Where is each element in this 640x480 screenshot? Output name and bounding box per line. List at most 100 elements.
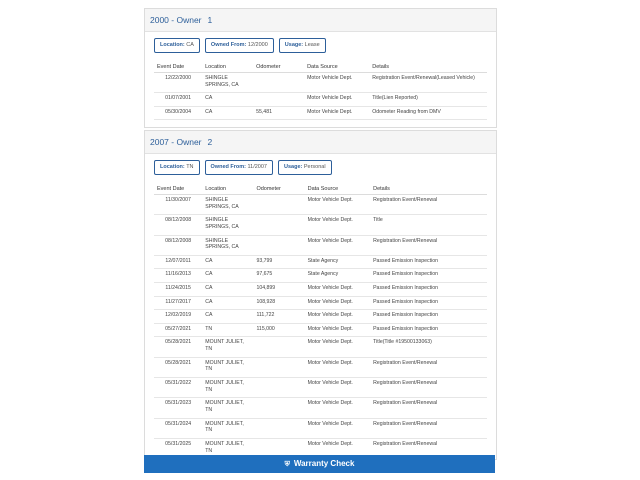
data-source-cell: Motor Vehicle Dept. [304,296,371,311]
location-cell: CA [202,282,254,297]
location-cell: MOUNT JULIET, TN [202,336,254,358]
odometer-cell [253,92,305,107]
table-row: 01/07/2001 CA Motor Vehicle Dept. Title(Lie… [154,92,487,107]
col-location: Location [202,61,254,73]
event-date-cell: 11/30/2007 [154,194,203,216]
owned-from-chip: Owned From: 12/2000 [204,38,274,53]
details-cell: Registration Event/Renewal [370,397,487,419]
odometer-cell: 108,928 [253,296,305,311]
details-cell: Passed Emission Inspection [370,296,487,311]
table-row: 11/27/2017 CA 108,928 Motor Vehicle Dept. Pa… [154,296,487,311]
location-chip: Location: TN [154,160,200,175]
col-odometer: Odometer [253,61,305,73]
owner-number: 2 [207,137,213,147]
owned-from-chip: Owned From: 11/2007 [204,160,273,175]
event-date-cell: 05/31/2022 [154,377,203,399]
owner-header: 2000 - Owner 1 [145,9,496,32]
shield-icon: ⛨ [284,461,290,468]
owner-panel-2: 2007 - Owner 2 Location: TN Owned From: 11… [144,130,497,461]
table-header-row: Event Date Location Odometer Data Source… [154,183,487,195]
odometer-cell [253,214,305,236]
location-chip: Location: CA [154,38,200,53]
data-source-cell: Motor Vehicle Dept. [304,194,371,216]
odometer-cell: 55,481 [253,106,305,121]
table-row: 05/31/2023 MOUNT JULIET, TN Motor Vehicle … [154,397,487,419]
table-row: 05/27/2021 TN 115,000 Motor Vehicle Dept. Pa… [154,323,487,338]
odometer-cell: 115,000 [253,323,305,338]
details-cell: Registration Event/Renewal [370,418,487,439]
col-location: Location [202,183,254,195]
col-event-date: Event Date [154,61,203,73]
event-date-cell: 12/22/2000 [154,72,203,94]
odometer-cell [253,377,305,399]
warranty-check-button[interactable]: ⛨ Warranty Check [144,455,495,473]
event-date-cell: 05/30/2004 [154,106,203,121]
table-row: 05/31/2022 MOUNT JULIET, TN Motor Vehicle … [154,377,487,399]
event-date-cell: 12/07/2011 [154,255,203,270]
details-cell: Registration Event/Renewal [370,194,487,216]
chip-value: TN [186,164,194,170]
table-row: 11/16/2013 CA 97,675 State Agency Passed Emi… [154,268,487,284]
owner-chips: Location: TN Owned From: 11/2007 Usage: Pe… [145,154,496,177]
event-date-cell: 05/31/2023 [154,397,203,419]
details-cell: Registration Event/Renewal [370,357,487,379]
owner-header: 2007 - Owner 2 [145,131,496,154]
chip-value: 11/2007 [247,164,267,170]
table-row: 11/30/2007 SHINGLE SPRINGS, CA Motor Vehic… [154,194,487,216]
owner-number: 1 [207,15,213,25]
chip-label: Usage: [284,42,304,48]
data-source-cell: Motor Vehicle Dept. [304,235,371,256]
col-details: Details [370,183,487,195]
location-cell: CA [202,268,254,284]
data-source-cell: State Agency [304,255,371,270]
data-source-cell: Motor Vehicle Dept. [304,377,371,399]
details-cell: Registration Event/Renewal [370,235,487,256]
location-cell: CA [202,255,254,270]
usage-chip: Usage: Personal [278,160,332,175]
location-cell: CA [202,106,254,121]
data-source-cell: Motor Vehicle Dept. [304,357,371,379]
event-date-cell: 05/27/2021 [154,323,203,338]
event-date-cell: 05/28/2021 [154,357,203,379]
chip-value: Personal [303,164,326,170]
details-cell: Title [370,214,487,236]
table-row: 05/28/2021 MOUNT JULIET, TN Motor Vehicle … [154,357,487,379]
owner-title: 2007 - Owner [150,137,202,147]
table-row: 05/31/2024 MOUNT JULIET, TN Motor Vehicle … [154,418,487,439]
odometer-cell: 93,799 [253,255,305,270]
event-date-cell: 12/02/2019 [154,309,203,324]
data-source-cell: Motor Vehicle Dept. [304,92,370,107]
chip-value: 12/2000 [247,42,268,48]
details-cell: Passed Emission Inspection [370,268,487,284]
data-source-cell: Motor Vehicle Dept. [304,309,371,324]
usage-chip: Usage: Lease [278,38,326,53]
odometer-cell: 104,899 [253,282,305,297]
chip-label: Owned From: [210,42,247,48]
table-row: 11/24/2015 CA 104,899 Motor Vehicle Dept. Pa… [154,282,487,297]
data-source-cell: State Agency [304,268,371,284]
event-date-cell: 08/12/2008 [154,214,203,236]
table-row: 05/28/2021 MOUNT JULIET, TN Motor Vehicle … [154,336,487,358]
data-source-cell: Motor Vehicle Dept. [304,72,370,94]
table-row: 12/22/2000 SHINGLE SPRINGS, CA Motor Vehic… [154,72,487,94]
table-row: 12/02/2019 CA 111,722 Motor Vehicle Dept. Pa… [154,309,487,324]
event-date-cell: 11/27/2017 [154,296,203,311]
details-cell: Odometer Reading from DMV [369,106,487,121]
data-source-cell: Motor Vehicle Dept. [304,214,371,236]
history-table: Event Date Location Odometer Data Source… [154,61,487,121]
location-cell: SHINGLE SPRINGS, CA [202,72,254,94]
col-details: Details [369,61,487,73]
data-source-cell: Motor Vehicle Dept. [304,336,371,358]
history-table: Event Date Location Odometer Data Source… [154,183,487,460]
location-cell: MOUNT JULIET, TN [202,377,254,399]
warranty-check-label: Warranty Check [293,459,355,468]
data-source-cell: Motor Vehicle Dept. [304,418,371,439]
details-cell: Registration Event/Renewal [370,377,487,399]
chip-label: Usage: [284,164,303,170]
owner-title: 2000 - Owner [150,15,202,25]
odometer-cell [253,72,305,94]
location-cell: SHINGLE SPRINGS, CA [202,214,254,236]
event-date-cell: 01/07/2001 [154,92,203,107]
odometer-cell: 111,722 [253,309,305,324]
event-date-cell: 11/16/2013 [154,268,203,284]
